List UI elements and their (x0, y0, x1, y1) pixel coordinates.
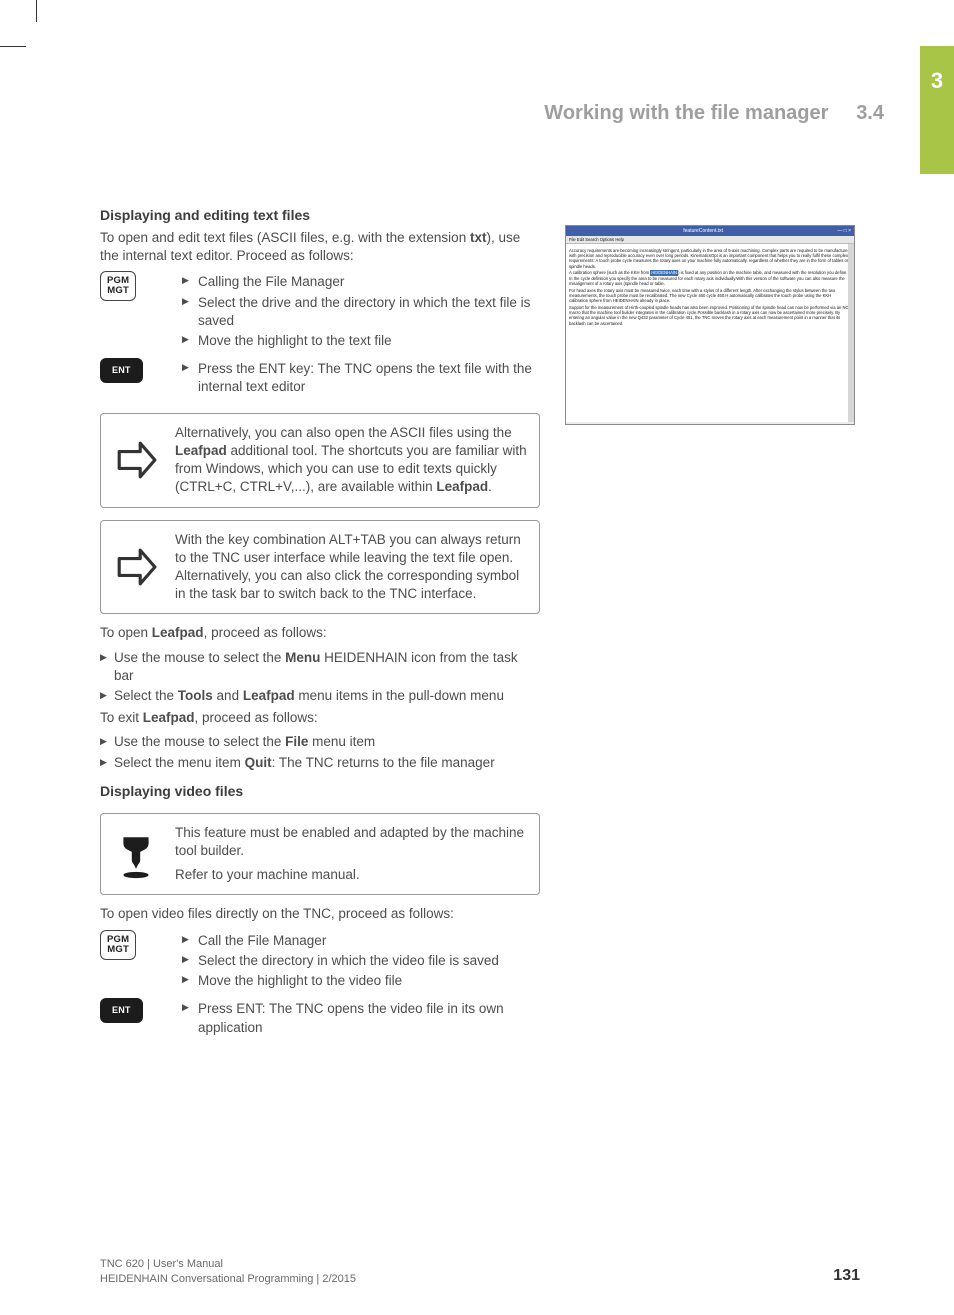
footer-line-1: TNC 620 | User's Manual (100, 1257, 356, 1272)
note-arrow-icon (115, 439, 157, 481)
step-row-pgmmgt-video: PGMMGT Call the File Manager Select the … (100, 930, 540, 995)
note-box-alt-tab: With the key combination ALT+TAB you can… (100, 520, 540, 615)
footer-line-2: HEIDENHAIN Conversational Programming | … (100, 1272, 356, 1287)
page-content: Displaying and editing text files To ope… (100, 200, 860, 1045)
header-title: Working with the file manager (544, 102, 828, 124)
step-row-pgmmgt: PGMMGT Calling the File Manager Select t… (100, 271, 540, 354)
pgm-mgt-key: PGMMGT (100, 271, 136, 301)
note-text: This feature must be enabled and adapted… (175, 824, 527, 860)
header-section-number: 3.4 (856, 102, 884, 124)
pgm-mgt-key: PGMMGT (100, 930, 136, 960)
note-arrow-icon (115, 546, 157, 588)
step: Press the ENT key: The TNC opens the tex… (182, 360, 540, 396)
note-box-machine-builder: This feature must be enabled and adapted… (100, 813, 540, 896)
heading-displaying-text: Displaying and editing text files (100, 206, 540, 225)
step-row-ent: ENT Press the ENT key: The TNC opens the… (100, 358, 540, 400)
step: Select the drive and the directory in wh… (182, 294, 540, 330)
page-number: 131 (833, 1265, 860, 1287)
note-text: Alternatively, you can also open the ASC… (175, 424, 527, 497)
step: Move the highlight to the text file (182, 332, 540, 350)
exit-leafpad-intro: To exit Leafpad, proceed as follows: (100, 709, 540, 727)
page-header: Working with the file manager 3.4 (544, 100, 884, 127)
ent-key: ENT (100, 998, 143, 1023)
note-text: With the key combination ALT+TAB you can… (175, 531, 527, 604)
machine-tool-icon (115, 833, 157, 875)
note-box-leafpad-open: Alternatively, you can also open the ASC… (100, 413, 540, 508)
chapter-tab: 3 (920, 46, 954, 174)
step: Call the File Manager (182, 932, 540, 950)
step: Use the mouse to select the Menu HEIDENH… (100, 649, 540, 685)
step: Select the directory in which the video … (182, 952, 540, 970)
step: Calling the File Manager (182, 273, 540, 291)
intro-text: To open and edit text files (ASCII files… (100, 229, 540, 265)
ent-key: ENT (100, 358, 143, 383)
step: Use the mouse to select the File menu it… (100, 733, 540, 751)
video-intro: To open video files directly on the TNC,… (100, 905, 540, 923)
heading-displaying-video: Displaying video files (100, 782, 540, 801)
note-text: Refer to your machine manual. (175, 866, 527, 884)
step: Select the menu item Quit: The TNC retur… (100, 754, 540, 772)
open-leafpad-intro: To open Leafpad, proceed as follows: (100, 624, 540, 642)
step: Press ENT: The TNC opens the video file … (182, 1000, 540, 1036)
page-footer: TNC 620 | User's Manual HEIDENHAIN Conve… (100, 1257, 860, 1287)
crop-marks (0, 0, 48, 62)
step: Move the highlight to the video file (182, 972, 540, 990)
step-row-ent-video: ENT Press ENT: The TNC opens the video f… (100, 998, 540, 1040)
step: Select the Tools and Leafpad menu items … (100, 687, 540, 705)
